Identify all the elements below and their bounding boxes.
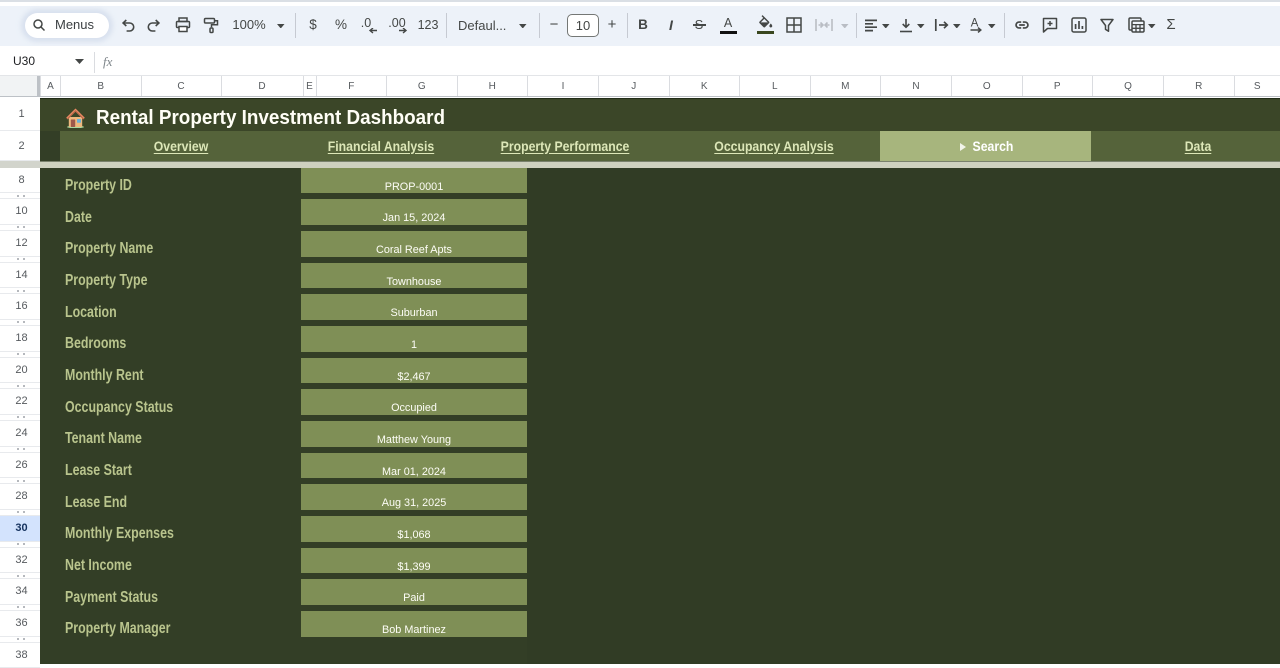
svg-text:A: A [970, 18, 978, 30]
